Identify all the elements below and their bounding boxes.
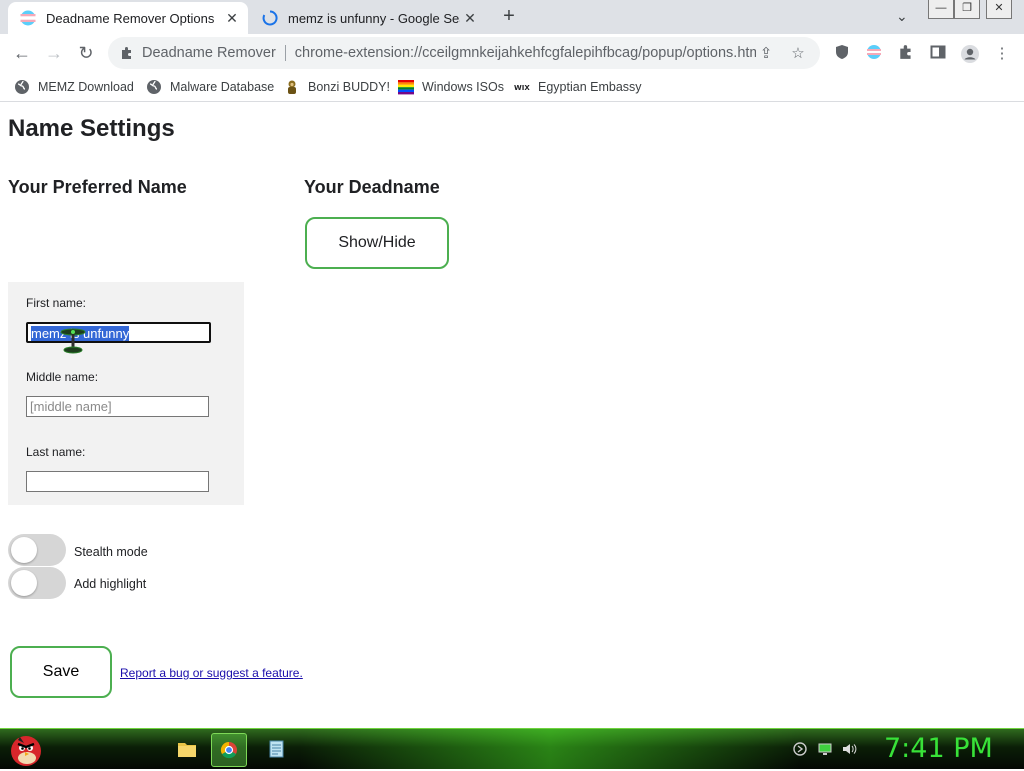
add-highlight-toggle[interactable] xyxy=(8,567,66,599)
close-window-button[interactable]: ✕ xyxy=(986,0,1012,19)
address-divider xyxy=(284,45,286,61)
globe-icon xyxy=(15,80,29,94)
loading-spinner-icon xyxy=(262,10,278,26)
report-bug-link[interactable]: Report a bug or suggest a feature. xyxy=(120,666,303,680)
network-icon[interactable] xyxy=(792,741,808,757)
chrome-icon xyxy=(220,741,237,759)
bookmark-memz-download[interactable]: MEMZ Download xyxy=(14,76,134,98)
wix-logo-icon: WIX xyxy=(514,84,530,92)
last-name-label: Last name: xyxy=(26,445,86,459)
save-button[interactable]: Save xyxy=(10,646,112,698)
close-tab-icon[interactable]: ✕ xyxy=(460,10,480,27)
show-hide-button[interactable]: Show/Hide xyxy=(305,217,449,269)
toggle-knob xyxy=(11,570,37,596)
tab-deadname-remover-options[interactable]: Deadname Remover Options ✕ xyxy=(8,2,248,34)
notepad-icon[interactable] xyxy=(259,733,293,765)
middle-name-label: Middle name: xyxy=(26,370,99,384)
tab-title: Deadname Remover Options xyxy=(46,10,215,26)
bookmarks-bar: MEMZ Download Malware Database Bonzi BUD… xyxy=(0,72,1024,102)
reload-icon[interactable]: ↻ xyxy=(75,42,97,64)
toggle-knob xyxy=(11,537,37,563)
add-highlight-label: Add highlight xyxy=(74,577,147,591)
bookmark-windows-isos[interactable]: Windows ISOs xyxy=(398,76,504,98)
options-page: Name Settings Your Preferred Name Your D… xyxy=(0,102,1024,728)
profile-avatar-icon[interactable] xyxy=(960,44,980,64)
bookmark-label: Malware Database xyxy=(170,80,275,94)
middle-name-input[interactable]: [middle name] xyxy=(26,396,209,417)
bookmark-label: Egyptian Embassy xyxy=(538,80,642,94)
taskbar-glow xyxy=(300,729,800,769)
bookmark-label: MEMZ Download xyxy=(38,80,134,94)
restore-button[interactable]: ❐ xyxy=(954,0,980,19)
monitor-icon[interactable] xyxy=(817,741,833,757)
side-panel-icon[interactable] xyxy=(928,44,948,64)
tab-title: memz is unfunny - Google Search xyxy=(288,10,460,26)
animated-cursor-icon xyxy=(60,328,86,354)
os-taskbar: 7:41 PM xyxy=(0,728,1024,769)
globe-icon xyxy=(147,80,161,94)
bookmark-star-icon[interactable]: ☆ xyxy=(788,44,808,62)
rainbow-flag-icon xyxy=(398,80,414,95)
speaker-icon[interactable] xyxy=(841,741,857,757)
first-name-label: First name: xyxy=(26,296,87,310)
address-bar[interactable]: Deadname Remover chrome-extension://ccei… xyxy=(108,37,820,69)
file-explorer-folder-icon[interactable] xyxy=(170,733,204,765)
back-arrow-icon[interactable]: ← xyxy=(11,42,33,64)
svg-text:WIX: WIX xyxy=(514,84,530,92)
chrome-taskbar-button[interactable] xyxy=(211,733,247,767)
last-name-input[interactable] xyxy=(26,471,209,492)
stealth-mode-label: Stealth mode xyxy=(74,545,148,559)
close-tab-icon[interactable]: ✕ xyxy=(222,10,242,27)
address-url: chrome-extension://cceilgmnkeijahkehfcgf… xyxy=(294,45,756,61)
trans-flag-extension-icon[interactable] xyxy=(864,44,884,64)
bookmark-label: Bonzi BUDDY! xyxy=(308,80,390,94)
minimize-button[interactable]: — xyxy=(928,0,954,19)
trans-flag-icon xyxy=(20,10,36,26)
deadname-heading: Your Deadname xyxy=(304,177,440,197)
preferred-name-heading: Your Preferred Name xyxy=(8,177,187,197)
middle-name-placeholder: [middle name] xyxy=(30,399,112,414)
tab-google-search[interactable]: memz is unfunny - Google Search ✕ xyxy=(250,2,486,34)
page-title: Name Settings xyxy=(8,115,175,142)
extensions-puzzle-icon[interactable] xyxy=(896,44,916,64)
forward-arrow-icon[interactable]: → xyxy=(43,42,65,64)
ublock-shield-icon[interactable] xyxy=(832,44,852,64)
first-name-input[interactable]: memz is unfunny xyxy=(26,322,211,343)
bonzi-gorilla-icon xyxy=(288,80,296,94)
browser-toolbar: ← → ↻ Deadname Remover chrome-extension:… xyxy=(0,34,1024,72)
stealth-mode-toggle[interactable] xyxy=(8,534,66,566)
tab-strip: Deadname Remover Options ✕ memz is unfun… xyxy=(0,0,1024,34)
new-tab-button[interactable]: + xyxy=(498,6,520,28)
bookmark-label: Windows ISOs xyxy=(422,80,504,94)
address-host: Deadname Remover xyxy=(142,45,276,61)
puzzle-piece-icon xyxy=(122,47,131,59)
bookmark-egyptian-embassy[interactable]: WIX Egyptian Embassy xyxy=(514,76,642,98)
angry-bird-start-icon[interactable] xyxy=(6,727,46,769)
tab-search-chevron-icon[interactable]: ⌄ xyxy=(896,8,908,25)
taskbar-clock[interactable]: 7:41 PM xyxy=(884,733,993,764)
kebab-menu-icon[interactable]: ⋮ xyxy=(992,44,1012,64)
share-icon[interactable]: ⇪ xyxy=(756,44,776,62)
bookmark-malware-database[interactable]: Malware Database xyxy=(146,76,274,98)
bookmark-bonzi-buddy[interactable]: Bonzi BUDDY! xyxy=(284,76,390,98)
preferred-name-form: First name: memz is unfunny Middle name:… xyxy=(8,282,244,505)
